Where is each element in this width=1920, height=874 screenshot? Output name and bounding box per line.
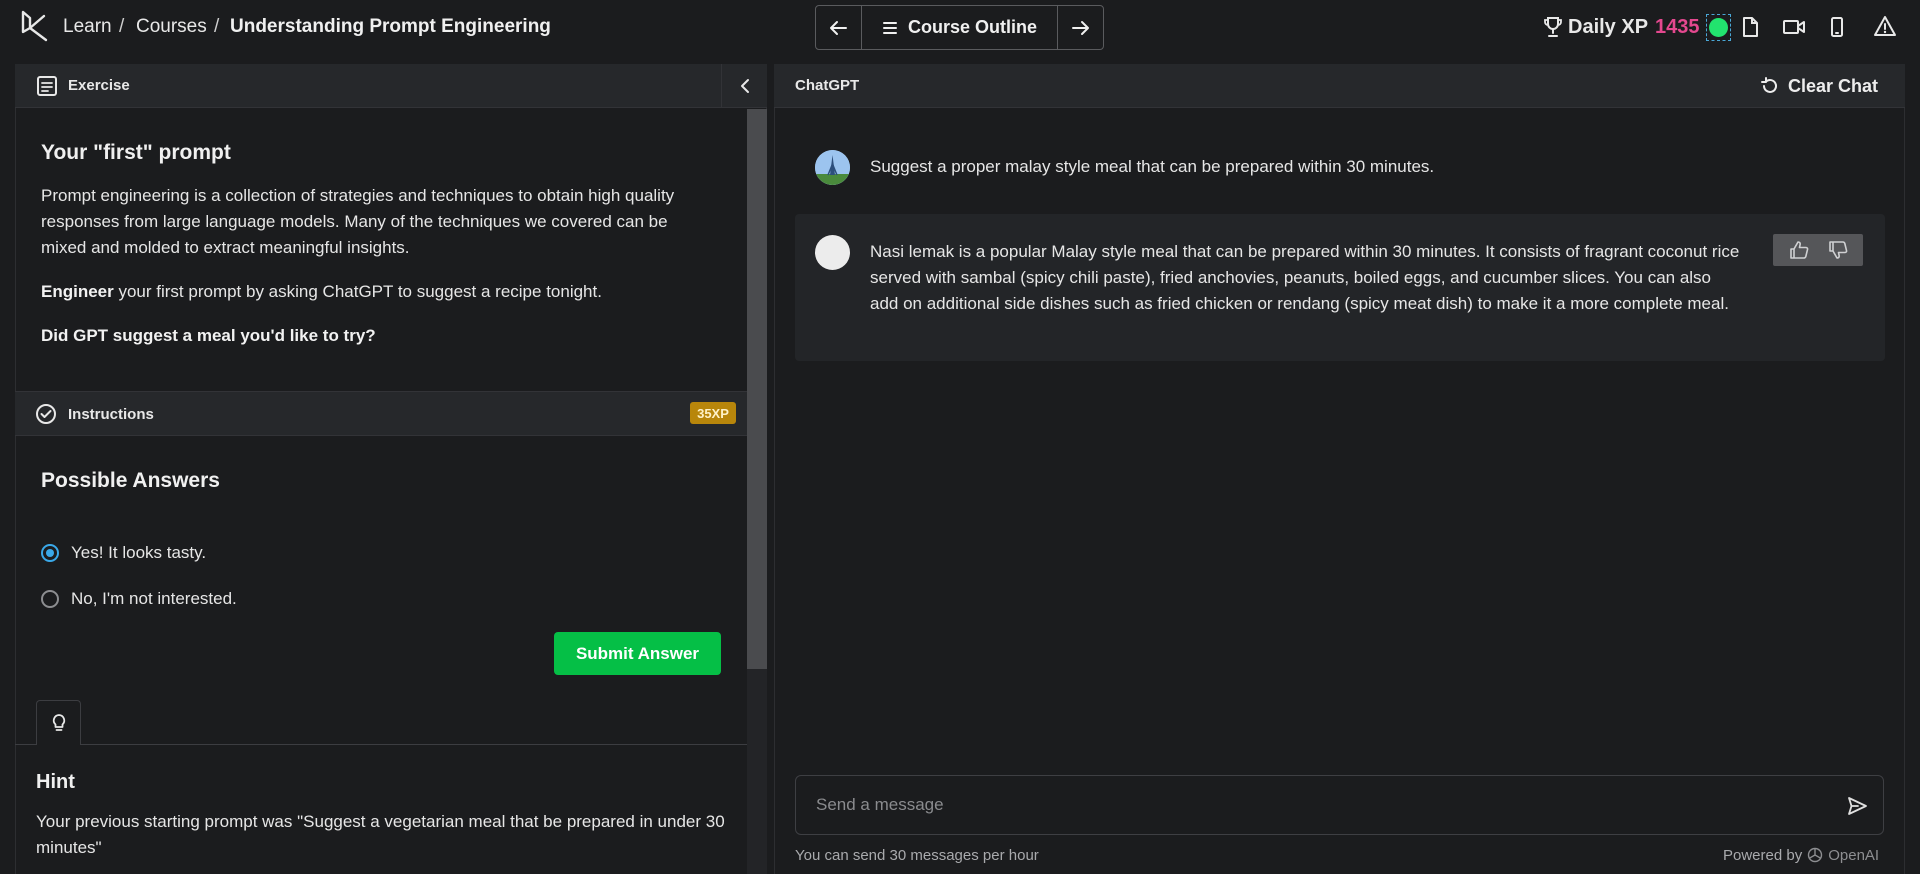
message-limit-note: You can send 30 messages per hour [795,847,1039,864]
course-outline-label: Course Outline [907,17,1037,37]
send-icon [1848,797,1867,815]
lightbulb-icon [52,714,65,731]
task-emphasis: Engineer [41,282,114,301]
openai-logo-icon [1808,847,1823,863]
user-message: Suggest a proper malay style meal that c… [870,157,1435,176]
answer-option-1[interactable]: Yes! It looks tasty. [41,543,206,563]
daily-xp-value: 1435 [1655,16,1700,38]
warning-icon[interactable] [1873,15,1897,37]
answer-option-label: No, I'm not interested. [71,589,237,608]
hint-divider [15,744,747,745]
message-input[interactable] [816,776,1816,834]
submit-answer-button[interactable]: Submit Answer [554,632,721,675]
daily-xp-label: Daily XP [1568,16,1649,38]
course-outline-button[interactable]: Course Outline [862,6,1059,49]
message-input-box [795,775,1884,835]
breadcrumb-courses[interactable]: Courses [136,16,207,38]
breadcrumb-separator: / [214,16,220,37]
thumbs-up-button[interactable] [1788,240,1810,260]
reset-icon [1761,77,1777,93]
hint-text: Your previous starting prompt was "Sugge… [36,812,725,857]
check-circle-icon [35,403,57,425]
instructions-header: Instructions [15,391,747,436]
chevron-left-icon [740,78,749,93]
hint-title: Hint [36,771,75,793]
answer-option-2[interactable]: No, I'm not interested. [41,589,237,609]
course-navigation: Course Outline [815,5,1104,50]
exercise-title: Your "first" prompt [41,141,231,164]
assistant-avatar [815,235,850,270]
answer-option-label: Yes! It looks tasty. [71,543,207,562]
chat-header: ChatGPT [774,64,1905,108]
thumbs-up-icon [1789,241,1808,259]
thumbs-down-button[interactable] [1827,240,1849,260]
feedback-buttons [1773,234,1863,266]
hint-tab[interactable] [36,700,81,745]
collapse-panel-button[interactable] [721,64,767,107]
datacamp-logo[interactable] [20,10,50,44]
xp-badge: 35XP [690,402,736,424]
breadcrumb-current: Understanding Prompt Engineering [230,16,551,37]
powered-by: Powered by OpenAI [1723,846,1879,864]
powered-by-label: Powered by [1723,846,1803,864]
exercise-header-label: Exercise [68,77,130,94]
next-exercise-button[interactable] [1058,6,1103,49]
video-icon[interactable] [1782,17,1806,37]
exercise-header: Exercise [15,64,767,108]
exercise-description: Prompt engineering is a collection of st… [41,186,675,257]
arrow-left-icon [830,20,848,35]
document-icon[interactable] [1741,16,1759,38]
exercise-task: Engineer your first prompt by asking Cha… [41,279,721,305]
user-avatar [815,150,850,185]
arrow-right-icon [1071,20,1089,35]
chat-header-label: ChatGPT [795,77,860,94]
logo-icon [21,10,48,42]
instructions-header-label: Instructions [68,406,154,423]
status-dot-icon [1709,18,1728,37]
provider-name: OpenAI [1828,846,1880,864]
mobile-icon[interactable] [1829,16,1845,38]
trophy-icon [1543,16,1563,38]
radio-selected[interactable] [41,544,59,562]
previous-exercise-button[interactable] [816,6,862,49]
radio-unselected[interactable] [41,590,59,608]
send-button[interactable] [1846,795,1868,817]
task-text: your first prompt by asking ChatGPT to s… [113,282,602,301]
chat-panel [774,64,1905,874]
thumbs-down-icon [1828,241,1847,259]
exercise-question: Did GPT suggest a meal you'd like to try… [41,326,376,345]
menu-icon [882,21,897,34]
exercise-icon [36,75,58,97]
assistant-message: Nasi lemak is a popular Malay style meal… [870,242,1740,313]
clear-chat-label: Clear Chat [1788,75,1879,96]
breadcrumb-separator: / [119,16,125,37]
clear-chat-button[interactable]: Clear Chat [1760,72,1878,100]
breadcrumb-learn[interactable]: Learn [63,16,112,38]
avatar-icon [815,150,850,185]
scrollbar-thumb[interactable] [747,109,767,669]
status-indicator[interactable] [1706,14,1731,41]
possible-answers-title: Possible Answers [41,469,220,492]
